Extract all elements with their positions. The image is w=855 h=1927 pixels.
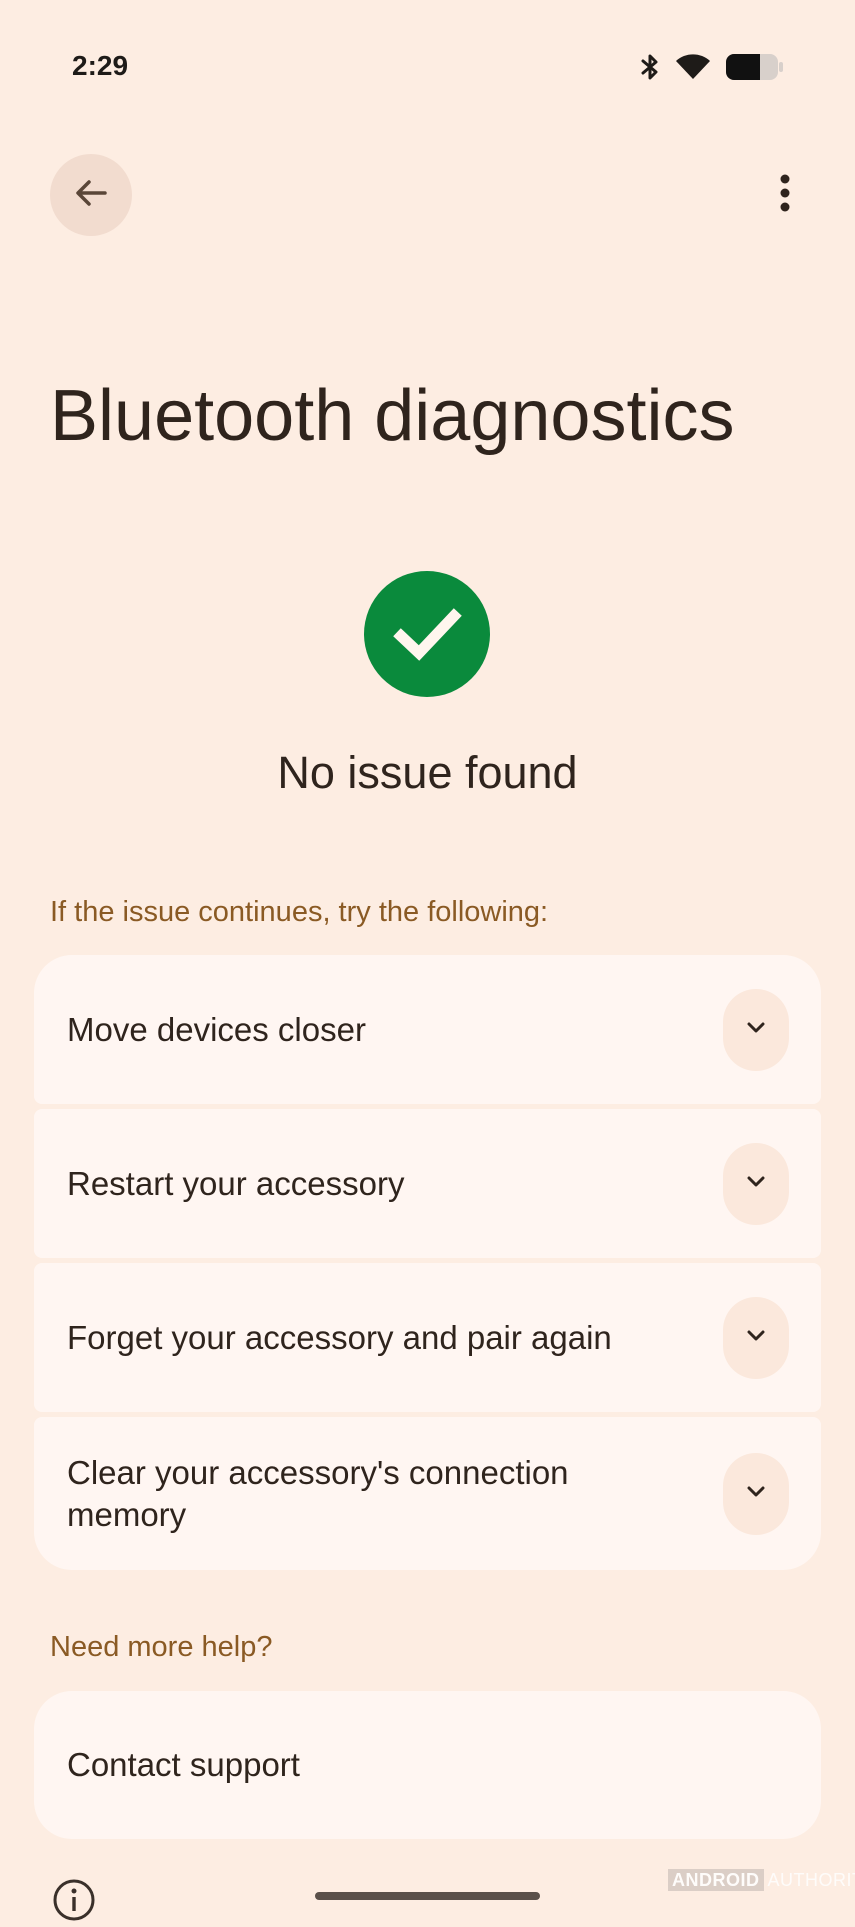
tip-item-move-devices-closer[interactable]: Move devices closer xyxy=(34,955,821,1104)
wifi-icon xyxy=(675,53,711,81)
status-bar: 2:29 xyxy=(0,0,855,120)
tips-list: Move devices closer Restart your accesso… xyxy=(34,955,821,1570)
result-text: No issue found xyxy=(0,743,855,803)
gesture-navigation-bar[interactable] xyxy=(315,1892,540,1900)
battery-icon xyxy=(725,52,783,82)
watermark: ANDROIDAUTHORITY xyxy=(668,1869,855,1891)
help-heading: Need more help? xyxy=(50,1627,272,1667)
tip-item-restart-accessory[interactable]: Restart your accessory xyxy=(34,1109,821,1258)
tips-heading: If the issue continues, try the followin… xyxy=(50,892,548,932)
tip-label: Forget your accessory and pair again xyxy=(67,1317,627,1359)
watermark-brand: ANDROID xyxy=(668,1869,764,1891)
contact-support-label: Contact support xyxy=(67,1744,300,1786)
chevron-down-icon xyxy=(744,1483,768,1504)
tip-label: Clear your accessory's connection memory xyxy=(67,1452,627,1536)
page-title: Bluetooth diagnostics xyxy=(50,366,734,466)
arrow-back-icon xyxy=(71,173,111,218)
expand-button[interactable] xyxy=(723,1297,789,1379)
status-icons xyxy=(639,52,783,82)
contact-support-button[interactable]: Contact support xyxy=(34,1691,821,1839)
more-options-button[interactable] xyxy=(765,164,805,226)
back-button[interactable] xyxy=(50,154,132,236)
expand-button[interactable] xyxy=(723,989,789,1071)
status-time: 2:29 xyxy=(72,50,128,82)
chevron-down-icon xyxy=(744,1327,768,1348)
tip-label: Restart your accessory xyxy=(67,1163,627,1205)
check-circle-icon xyxy=(364,571,490,697)
bluetooth-icon xyxy=(639,53,661,81)
tip-label: Move devices closer xyxy=(67,1009,627,1051)
expand-button[interactable] xyxy=(723,1143,789,1225)
expand-button[interactable] xyxy=(723,1453,789,1535)
more-vert-icon xyxy=(779,173,791,218)
chevron-down-icon xyxy=(744,1019,768,1040)
info-icon[interactable] xyxy=(52,1878,96,1922)
tip-item-forget-and-pair[interactable]: Forget your accessory and pair again xyxy=(34,1263,821,1412)
watermark-suffix: AUTHORITY xyxy=(768,1870,855,1890)
chevron-down-icon xyxy=(744,1173,768,1194)
tip-item-clear-connection-memory[interactable]: Clear your accessory's connection memory xyxy=(34,1417,821,1570)
